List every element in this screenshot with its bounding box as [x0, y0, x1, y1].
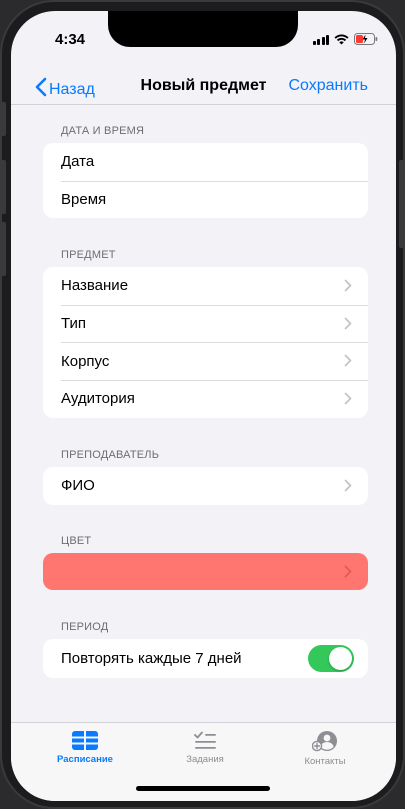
date-row-label: Дата [61, 153, 95, 171]
building-row[interactable]: Корпус [43, 342, 368, 380]
subject-name-label: Название [61, 277, 129, 295]
subject-name-row[interactable]: Название [43, 267, 368, 305]
status-time: 4:34 [55, 31, 86, 48]
chevron-left-icon [35, 77, 47, 102]
schedule-grid-icon [35, 731, 135, 750]
teacher-name-label: ФИО [61, 477, 95, 495]
classroom-row[interactable]: Аудитория [43, 380, 368, 418]
tab-tasks-label: Задания [186, 754, 224, 765]
section-header-color: ЦВЕТ [61, 535, 92, 547]
time-row[interactable]: Время [43, 180, 368, 219]
back-button-label: Назад [49, 80, 95, 98]
tab-tasks[interactable]: Задания [155, 731, 255, 765]
mute-switch [0, 102, 6, 136]
back-button[interactable]: Назад [35, 77, 95, 102]
tab-schedule-label: Расписание [57, 754, 113, 765]
wifi-icon [334, 34, 349, 45]
power-button [399, 160, 405, 248]
repeat-label: Повторять каждые 7 дней [61, 650, 242, 667]
battery-charging-icon [354, 33, 378, 45]
add-contact-icon [275, 731, 375, 752]
datetime-group: Дата Время [43, 143, 368, 219]
notch [108, 11, 298, 47]
home-indicator [136, 786, 270, 791]
color-picker-row[interactable] [43, 553, 368, 590]
volume-down-button [0, 222, 6, 276]
toggle-knob [329, 647, 352, 670]
subject-type-row[interactable]: Тип [43, 304, 368, 343]
chevron-right-icon [344, 479, 352, 492]
chevron-right-icon [344, 392, 352, 405]
classroom-label: Аудитория [61, 390, 135, 408]
save-button[interactable]: Сохранить [288, 77, 368, 95]
date-row[interactable]: Дата [43, 143, 368, 181]
navigation-bar: Назад Новый предмет Сохранить [11, 65, 396, 105]
repeat-toggle[interactable] [308, 645, 354, 672]
chevron-right-icon [344, 565, 352, 578]
building-label: Корпус [61, 352, 110, 370]
tab-contacts-label: Контакты [304, 756, 346, 767]
tab-schedule[interactable]: Расписание [35, 731, 135, 765]
section-header-teacher: ПРЕПОДАВАТЕЛЬ [61, 449, 160, 461]
chevron-right-icon [344, 317, 352, 330]
chevron-right-icon [344, 354, 352, 367]
status-icons [312, 33, 379, 45]
teacher-group: ФИО [43, 467, 368, 505]
screen: 4:34 Назад Новый предмет Сохранить ДАТА … [11, 11, 396, 801]
chevron-right-icon [344, 279, 352, 292]
time-row-label: Время [61, 191, 107, 209]
section-header-datetime: ДАТА И ВРЕМЯ [61, 125, 145, 137]
tab-contacts[interactable]: Контакты [275, 731, 375, 767]
section-header-subject: ПРЕДМЕТ [61, 249, 116, 261]
checklist-icon [155, 731, 255, 750]
subject-type-label: Тип [61, 315, 87, 333]
section-header-period: ПЕРИОД [61, 621, 109, 633]
device-frame: 4:34 Назад Новый предмет Сохранить ДАТА … [0, 0, 405, 809]
volume-up-button [0, 160, 6, 214]
subject-group: Название Тип Корпус Аудитория [43, 267, 368, 418]
repeat-row: Повторять каждые 7 дней [43, 639, 368, 678]
period-group: Повторять каждые 7 дней [43, 639, 368, 678]
teacher-name-row[interactable]: ФИО [43, 467, 368, 505]
signal-icon [312, 34, 329, 45]
